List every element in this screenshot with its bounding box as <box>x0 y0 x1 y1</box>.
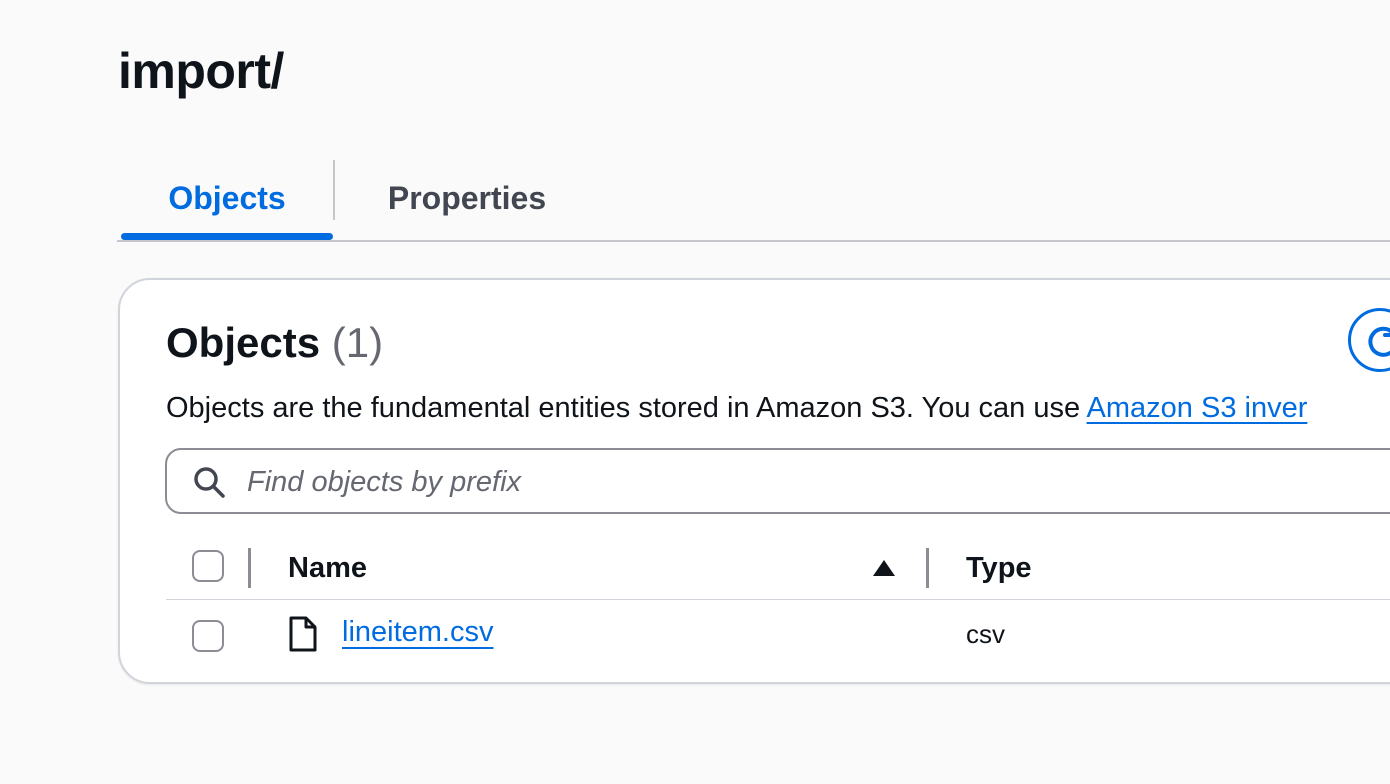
objects-description: Objects are the fundamental entities sto… <box>166 390 1307 426</box>
search-box <box>165 448 1390 514</box>
object-type: csv <box>966 619 1005 649</box>
page-title: import/ <box>118 43 284 99</box>
header-divider <box>166 599 1390 600</box>
tab-objects[interactable]: Objects <box>121 158 333 240</box>
search-input[interactable] <box>245 456 1390 508</box>
tab-properties-label: Properties <box>387 179 547 216</box>
select-all-checkbox[interactable] <box>192 550 224 582</box>
description-text: Objects are the fundamental entities sto… <box>166 392 1087 424</box>
objects-container: Objects (1) Objects are the fundamental … <box>118 278 1390 684</box>
tab-bar: Objects Properties <box>117 158 1390 242</box>
refresh-button[interactable] <box>1348 308 1390 372</box>
refresh-icon <box>1368 326 1390 357</box>
sort-ascending-icon[interactable] <box>872 559 896 577</box>
object-name-link[interactable]: lineitem.csv <box>342 614 494 650</box>
column-header-name[interactable]: Name <box>288 550 367 586</box>
file-icon <box>289 616 317 652</box>
column-divider[interactable] <box>248 548 251 588</box>
s3-folder-page: import/ Objects Properties Objects (1) O… <box>0 0 1390 784</box>
objects-header: Objects (1) <box>166 316 383 370</box>
objects-heading: Objects <box>166 319 321 366</box>
row-checkbox[interactable] <box>192 620 224 652</box>
tab-properties[interactable]: Properties <box>349 158 585 238</box>
table-header: Name Type <box>166 538 1390 600</box>
search-icon <box>194 467 225 498</box>
column-divider[interactable] <box>926 548 929 588</box>
tab-divider <box>333 160 335 220</box>
inventory-link[interactable]: Amazon S3 inver <box>1087 392 1308 424</box>
table-row: lineitem.csv csv <box>166 602 1390 672</box>
objects-count: (1) <box>331 319 384 366</box>
active-tab-indicator <box>121 233 333 240</box>
column-header-type[interactable]: Type <box>966 550 1032 586</box>
tab-objects-label: Objects <box>168 179 286 216</box>
